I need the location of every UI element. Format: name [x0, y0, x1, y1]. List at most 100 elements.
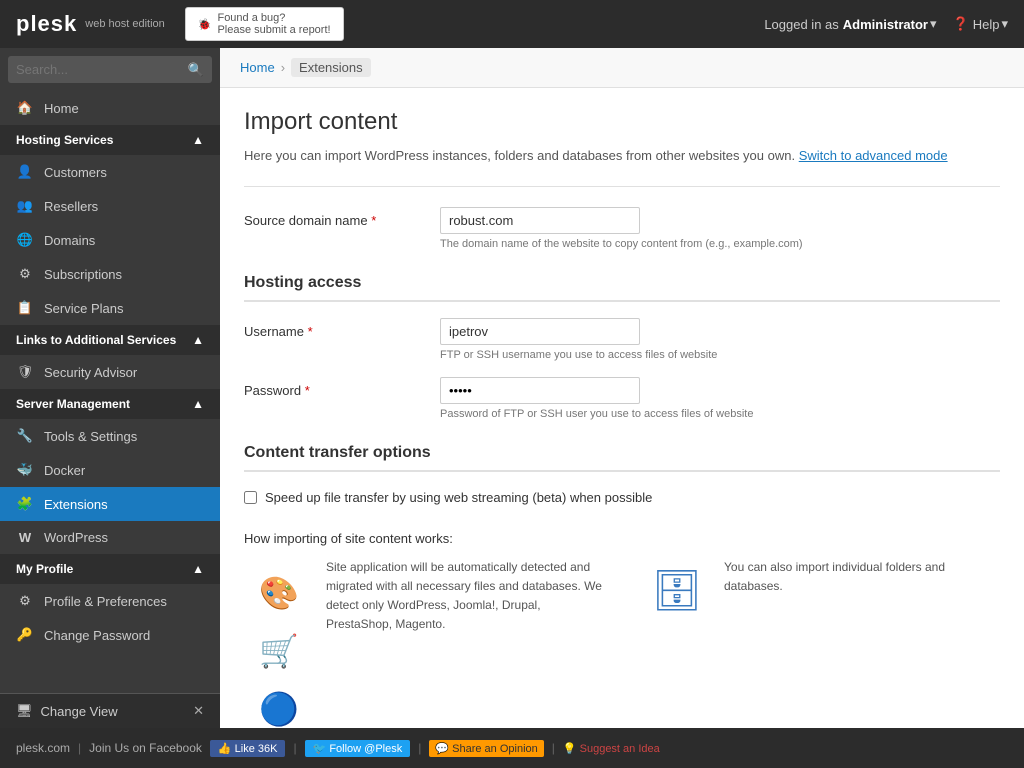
server-section-label: Server Management	[16, 397, 130, 411]
footer-suggest-link[interactable]: 💡 Suggest an Idea	[563, 742, 660, 755]
info-box-1: 🎨🛒 🔵📦 Site application will be automatic…	[244, 558, 602, 729]
links-toggle-icon: ▲	[192, 333, 204, 347]
username-required-mark: *	[304, 324, 313, 339]
help-icon: ❓	[953, 16, 969, 32]
hosting-toggle-icon: ▲	[192, 133, 204, 147]
footer-sep4: |	[552, 741, 555, 755]
home-icon: 🏠	[16, 100, 34, 116]
source-domain-input[interactable]	[440, 207, 640, 234]
content-transfer-title: Content transfer options	[244, 444, 1000, 472]
change-view-label: Change View	[41, 704, 118, 719]
sidebar-item-subscriptions[interactable]: ⚙ Subscriptions	[0, 257, 220, 291]
source-domain-hint: The domain name of the website to copy c…	[440, 238, 1000, 250]
sidebar-item-wordpress[interactable]: W WordPress	[0, 521, 220, 554]
sidebar-item-resellers[interactable]: 👥 Resellers	[0, 189, 220, 223]
speedup-checkbox[interactable]	[244, 491, 257, 504]
footer-like-badge[interactable]: 👍 Like 36K	[210, 740, 286, 757]
breadcrumb: Home › Extensions	[220, 48, 1024, 88]
how-works-title: How importing of site content works:	[244, 531, 1000, 546]
footer-join-fb-link[interactable]: Join Us on Facebook	[89, 741, 202, 755]
sidebar-section-hosting[interactable]: Hosting Services ▲	[0, 125, 220, 155]
footer-sep2: |	[293, 741, 296, 755]
username-hint: FTP or SSH username you use to access fi…	[440, 349, 1000, 361]
db-icon: 🗄	[642, 558, 712, 616]
help-dropdown-icon[interactable]: ▾	[1001, 16, 1008, 32]
footer: plesk.com | Join Us on Facebook 👍 Like 3…	[0, 728, 1024, 768]
footer-opinion-badge[interactable]: 💬 Share an Opinion	[429, 740, 543, 757]
sidebar-item-change-password[interactable]: 🔑 Change Password	[0, 618, 220, 652]
sidebar-item-customers[interactable]: 👤 Customers	[0, 155, 220, 189]
speedup-label[interactable]: Speed up file transfer by using web stre…	[265, 490, 652, 505]
service-plans-icon: 📋	[16, 300, 34, 316]
tools-settings-icon: 🔧	[16, 428, 34, 444]
content-area: Home › Extensions Import content Here yo…	[220, 48, 1024, 728]
sidebar-item-extensions[interactable]: 🧩 Extensions	[0, 487, 220, 521]
info-box-1-text: Site application will be automatically d…	[326, 558, 602, 635]
sidebar-search-wrap: 🔍	[0, 48, 220, 91]
profile-section-label: My Profile	[16, 562, 73, 576]
username-row: Username * FTP or SSH username you use t…	[244, 310, 1000, 369]
change-view-bar[interactable]: 🖥 Change View ✕	[0, 693, 220, 728]
change-view-icon: 🖥	[16, 703, 33, 719]
password-required-mark: *	[301, 383, 310, 398]
bug-title: Found a bug?	[217, 12, 330, 24]
footer-follow-badge[interactable]: 🐦 Follow @Plesk	[305, 740, 411, 757]
search-input[interactable]	[8, 56, 212, 83]
sidebar-item-docker[interactable]: 🐳 Docker	[0, 453, 220, 487]
links-section-label: Links to Additional Services	[16, 333, 176, 347]
admin-dropdown-icon[interactable]: ▾	[930, 16, 937, 32]
sidebar-item-security-advisor[interactable]: 🛡 Security Advisor	[0, 355, 220, 389]
extensions-icon: 🧩	[16, 496, 34, 512]
profile-toggle-icon: ▲	[192, 562, 204, 576]
resellers-icon: 👥	[16, 198, 34, 214]
change-view-close-icon[interactable]: ✕	[193, 703, 204, 719]
search-icon: 🔍	[188, 62, 204, 78]
subscriptions-icon: ⚙	[16, 266, 34, 282]
bug-report-banner[interactable]: 🐞 Found a bug? Please submit a report!	[185, 7, 344, 41]
docker-icon: 🐳	[16, 462, 34, 478]
sidebar-item-tools-settings[interactable]: 🔧 Tools & Settings	[0, 419, 220, 453]
page-title: Import content	[244, 108, 1000, 136]
topbar: plesk web host edition 🐞 Found a bug? Pl…	[0, 0, 1024, 48]
source-domain-required-mark: *	[368, 213, 377, 228]
password-input[interactable]	[440, 377, 640, 404]
security-advisor-icon: 🛡	[16, 364, 34, 380]
advanced-mode-link[interactable]: Switch to advanced mode	[799, 148, 948, 163]
password-label: Password *	[244, 377, 424, 398]
how-works-section: How importing of site content works: 🎨🛒 …	[244, 531, 1000, 729]
info-box-2-text: You can also import individual folders a…	[724, 558, 1000, 596]
info-box-2: 🗄 You can also import individual folders…	[642, 558, 1000, 616]
help-button[interactable]: Help	[973, 17, 1000, 32]
admin-name[interactable]: Administrator	[843, 17, 928, 32]
page-description: Here you can import WordPress instances,…	[244, 146, 1000, 166]
username-input[interactable]	[440, 318, 640, 345]
apps-icon: 🎨🛒 🔵📦	[244, 558, 314, 729]
footer-site-link[interactable]: plesk.com	[16, 741, 70, 755]
hosting-access-title: Hosting access	[244, 274, 1000, 302]
logged-in-label: Logged in as	[764, 17, 838, 32]
sidebar-section-server[interactable]: Server Management ▲	[0, 389, 220, 419]
wordpress-icon: W	[16, 530, 34, 545]
sidebar-item-domains[interactable]: 🌐 Domains	[0, 223, 220, 257]
edition-label: web host edition	[85, 18, 165, 30]
sidebar-item-service-plans[interactable]: 📋 Service Plans	[0, 291, 220, 325]
customers-icon: 👤	[16, 164, 34, 180]
source-domain-label: Source domain name *	[244, 207, 424, 228]
sidebar-section-profile[interactable]: My Profile ▲	[0, 554, 220, 584]
sidebar-item-profile-prefs[interactable]: ⚙ Profile & Preferences	[0, 584, 220, 618]
breadcrumb-current: Extensions	[291, 58, 371, 77]
sidebar-section-links[interactable]: Links to Additional Services ▲	[0, 325, 220, 355]
speedup-row: Speed up file transfer by using web stre…	[244, 480, 1000, 515]
change-password-icon: 🔑	[16, 627, 34, 643]
breadcrumb-home[interactable]: Home	[240, 60, 275, 75]
sidebar-item-home[interactable]: 🏠 Home	[0, 91, 220, 125]
content-body: Import content Here you can import WordP…	[220, 88, 1024, 728]
source-domain-row: Source domain name * The domain name of …	[244, 199, 1000, 258]
profile-prefs-icon: ⚙	[16, 593, 34, 609]
password-row: Password * Password of FTP or SSH user y…	[244, 369, 1000, 428]
domains-icon: 🌐	[16, 232, 34, 248]
username-label: Username *	[244, 318, 424, 339]
password-hint: Password of FTP or SSH user you use to a…	[440, 408, 1000, 420]
footer-sep3: |	[418, 741, 421, 755]
hosting-section-label: Hosting Services	[16, 133, 113, 147]
